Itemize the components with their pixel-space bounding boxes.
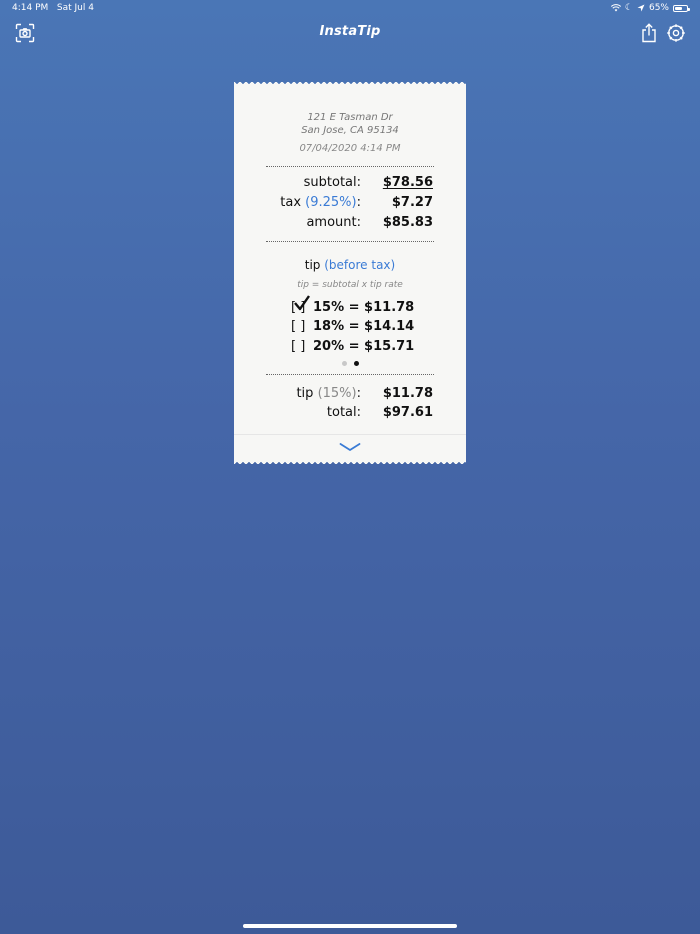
tax-row: tax (9.25%): $7.27 — [234, 195, 466, 213]
location-icon — [637, 4, 645, 12]
tax-value: $7.27 — [391, 195, 433, 210]
tip-mode-toggle[interactable]: (before tax) — [324, 258, 395, 272]
tip-option-text: 15% = $11.78 — [313, 299, 415, 315]
tax-colon: : — [356, 195, 361, 210]
receipt-datetime: 07/04/2020 4:14 PM — [299, 143, 401, 154]
tip-option-checkbox[interactable]: [ ] — [291, 294, 313, 315]
tip-option-15[interactable]: [ ] 15% = $11.78 — [291, 294, 415, 316]
tip-summary-colon: : — [356, 386, 361, 401]
divider — [266, 374, 434, 375]
amount-label: amount: — [306, 215, 361, 230]
merchant-address: 121 E Tasman Dr San Jose, CA 95134 — [234, 111, 466, 137]
home-indicator[interactable] — [243, 924, 457, 928]
tax-label-text: tax — [280, 195, 302, 210]
tip-option-text: 18% = $14.14 — [313, 318, 415, 334]
tip-heading-text: tip — [304, 258, 321, 272]
share-button[interactable] — [638, 22, 660, 44]
tip-summary-label: tip (15%): — [296, 386, 361, 401]
battery-icon — [673, 4, 690, 12]
tip-summary-row: tip (15%): $11.78 — [234, 386, 466, 404]
page-dot-active[interactable] — [353, 361, 359, 366]
tip-option-checkbox[interactable]: [ ] — [291, 319, 313, 334]
receipt-card: 121 E Tasman Dr San Jose, CA 95134 07/04… — [234, 82, 466, 464]
battery-cap — [688, 7, 690, 11]
page-dot[interactable] — [341, 361, 347, 366]
subtotal-row: subtotal: $78.56 — [234, 175, 466, 193]
status-indicators: ☾ 65% — [610, 2, 690, 13]
nav-title: InstaTip — [319, 24, 381, 39]
battery-level — [675, 6, 682, 10]
share-icon — [642, 23, 656, 43]
page-indicator[interactable] — [234, 361, 466, 366]
checkmark-icon — [294, 294, 310, 310]
tip-option-text: 20% = $15.71 — [313, 338, 415, 354]
address-line-2: San Jose, CA 95134 — [301, 125, 399, 136]
subtotal-label: subtotal: — [303, 175, 361, 190]
expand-button[interactable] — [234, 434, 466, 459]
total-label: total: — [326, 405, 361, 420]
status-time: 4:14 PM — [12, 3, 49, 13]
tax-rate[interactable]: (9.25%) — [305, 195, 356, 210]
battery-percent: 65% — [648, 3, 669, 13]
status-bar: 4:14 PM Sat Jul 4 ☾ 65% — [0, 0, 700, 18]
subtotal-value[interactable]: $78.56 — [383, 175, 433, 190]
tip-option-18[interactable]: [ ] 18% = $14.14 — [291, 317, 414, 335]
tip-heading: tip (before tax) — [234, 258, 466, 272]
status-time-date: 4:14 PM Sat Jul 4 — [12, 3, 94, 13]
amount-row: amount: $85.83 — [234, 215, 466, 233]
tip-summary-rate: (15%) — [317, 386, 357, 401]
amount-value: $85.83 — [382, 215, 433, 230]
tax-label: tax (9.25%): — [280, 195, 361, 210]
tip-summary-value: $11.78 — [382, 386, 433, 401]
address-line-1: 121 E Tasman Dr — [307, 112, 393, 123]
wifi-icon — [610, 4, 621, 12]
status-date: Sat Jul 4 — [56, 3, 94, 13]
moon-icon: ☾ — [624, 2, 633, 13]
tip-formula: tip = subtotal x tip rate — [297, 280, 403, 290]
settings-button[interactable] — [665, 22, 687, 44]
chevron-down-icon — [339, 443, 361, 451]
divider — [266, 241, 434, 242]
tip-summary-text: tip — [296, 386, 314, 401]
total-value: $97.61 — [382, 405, 433, 420]
divider — [266, 166, 434, 167]
total-row: total: $97.61 — [234, 405, 466, 423]
gear-icon — [667, 24, 685, 42]
tip-option-checkbox[interactable]: [ ] — [291, 339, 313, 354]
tip-option-20[interactable]: [ ] 20% = $15.71 — [291, 337, 414, 355]
